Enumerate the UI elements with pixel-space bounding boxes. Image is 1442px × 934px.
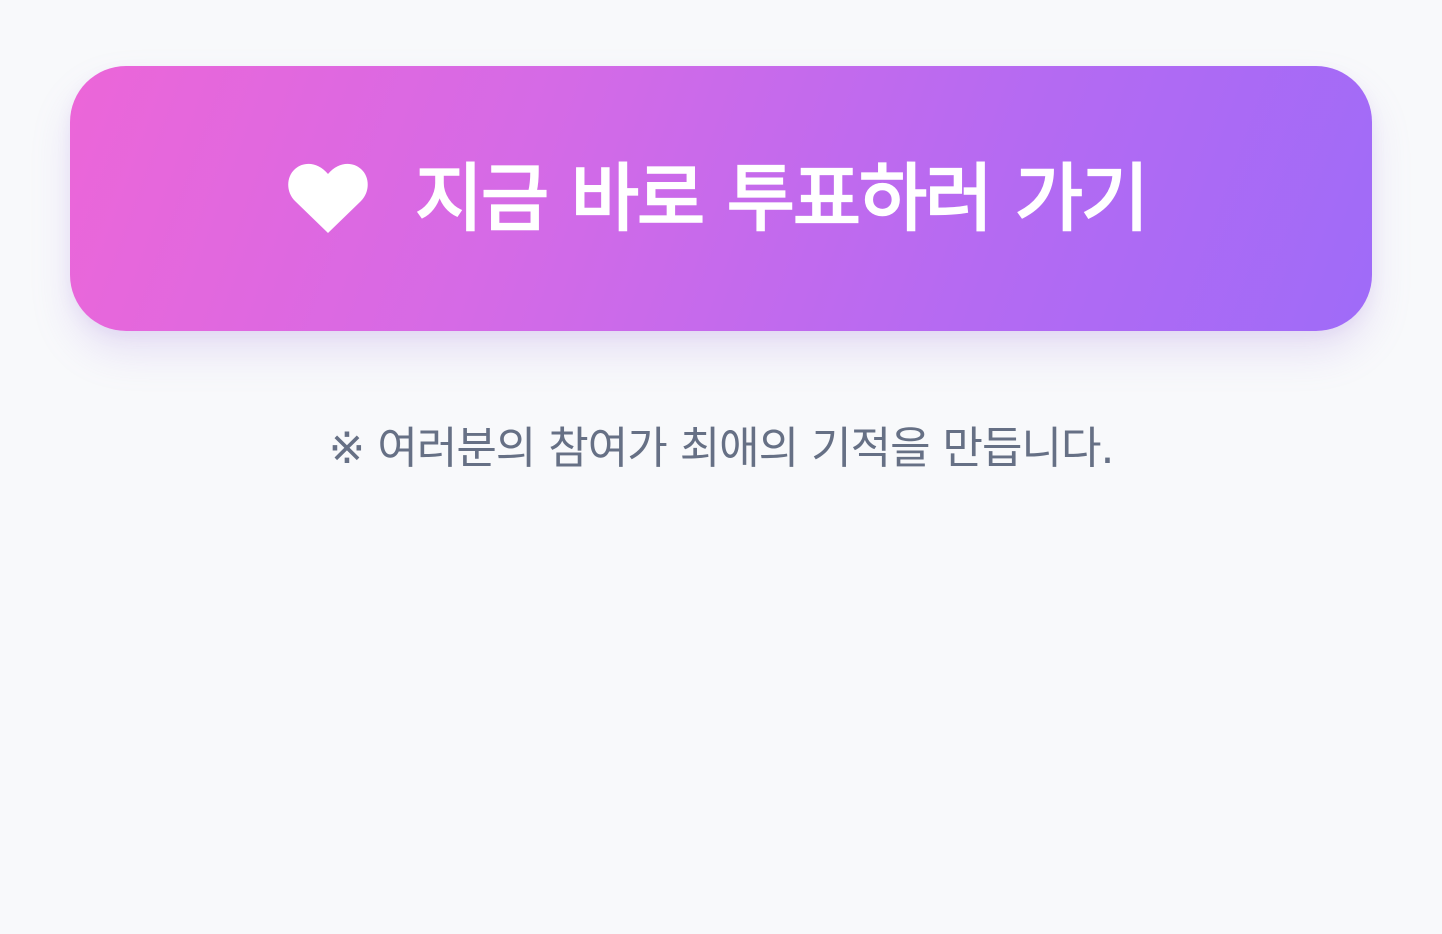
heart-icon (288, 163, 368, 233)
vote-now-button[interactable]: 지금 바로 투표하러 가기 (70, 66, 1372, 331)
page: 지금 바로 투표하러 가기 ※ 여러분의 참여가 최애의 기적을 만듭니다. (0, 0, 1442, 934)
vote-button-content: 지금 바로 투표하러 가기 (285, 155, 1149, 242)
vote-button-label: 지금 바로 투표하러 가기 (414, 155, 1149, 242)
participation-note: ※ 여러분의 참여가 최애의 기적을 만듭니다. (328, 423, 1115, 474)
